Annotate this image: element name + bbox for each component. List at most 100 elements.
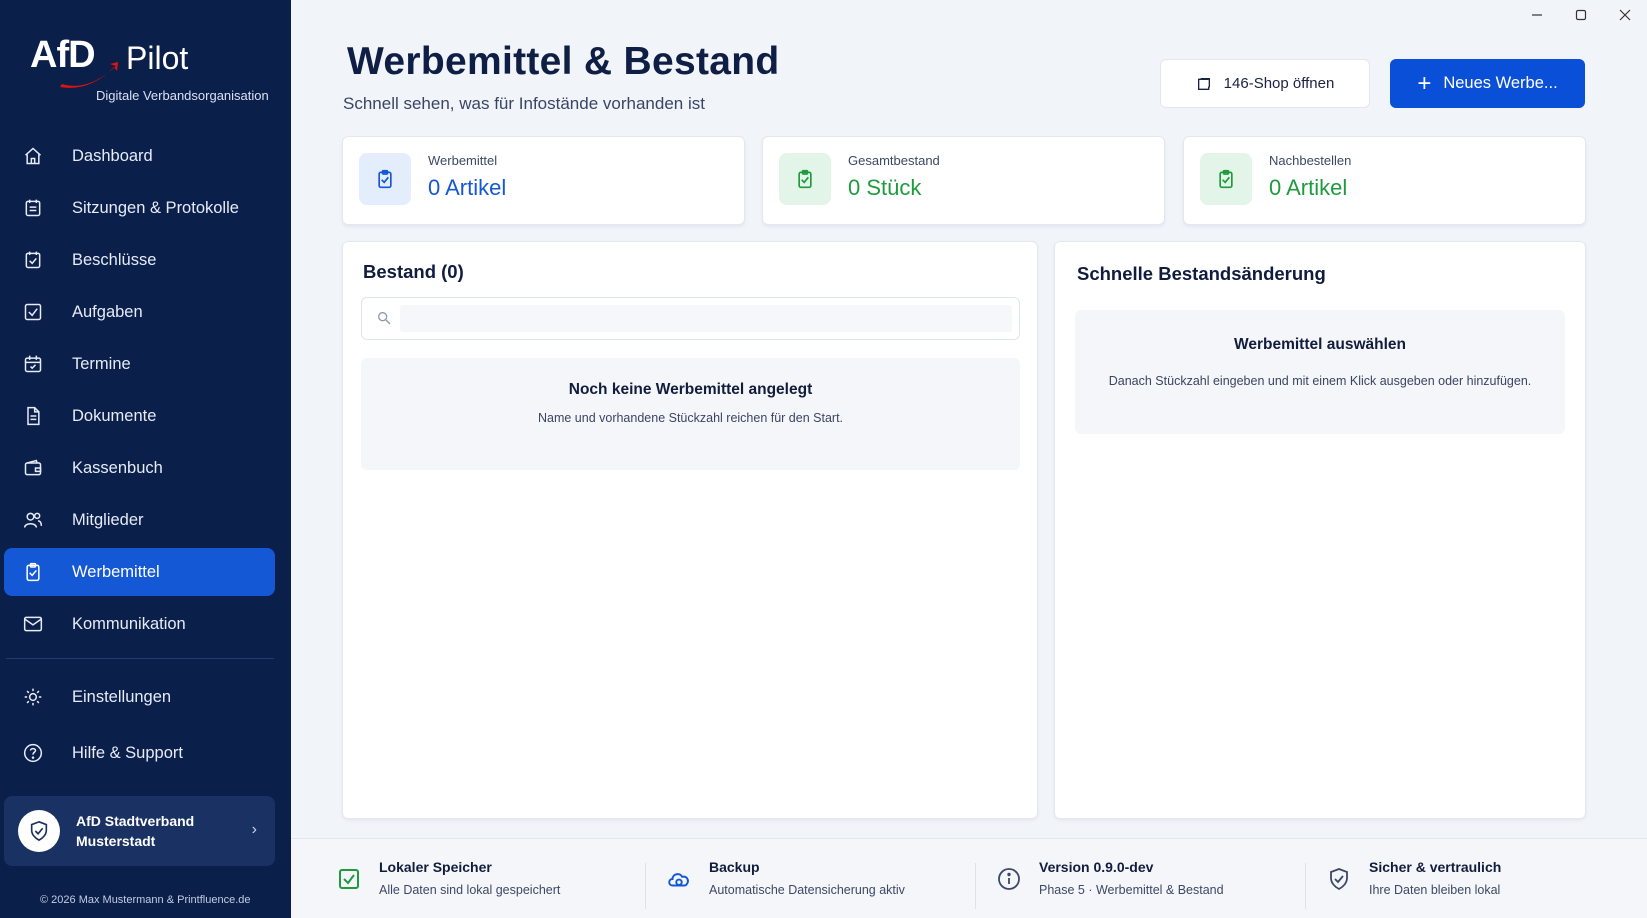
- check-document-icon: [22, 249, 44, 271]
- clipboard-check-icon: [359, 153, 411, 205]
- shield-icon: [30, 820, 48, 842]
- shield-icon: [1325, 865, 1353, 893]
- nav-label: Aufgaben: [72, 302, 143, 321]
- footer-title: Sicher & vertraulich: [1369, 859, 1502, 875]
- new-item-button[interactable]: + Neues Werbe...: [1390, 59, 1585, 108]
- info-icon: [995, 865, 1023, 893]
- sidebar: AfD Pilot Digitale Verbandsorganisation …: [0, 0, 291, 918]
- avatar: [18, 810, 60, 852]
- inventory-search: [361, 297, 1020, 340]
- stat-card-gesamtbestand: Gesamtbestand 0 Stück: [762, 136, 1165, 225]
- footer-title: Version 0.9.0-dev: [1039, 859, 1154, 875]
- footer-divider: [1305, 863, 1306, 909]
- nav-label: Hilfe & Support: [72, 743, 183, 762]
- inventory-empty-state: Noch keine Werbemittel angelegt Name und…: [361, 358, 1020, 470]
- empty-state-title: Noch keine Werbemittel angelegt: [568, 381, 813, 398]
- empty-state-description: Danach Stückzahl eingeben und mit einem …: [1108, 374, 1532, 388]
- nav-item-aufgaben[interactable]: Aufgaben: [4, 288, 275, 336]
- help-icon: [22, 742, 44, 764]
- footer-divider: [645, 863, 646, 909]
- footer-divider: [975, 863, 976, 909]
- secondary-nav: Einstellungen Hilfe & Support: [4, 673, 275, 785]
- app-logo[interactable]: AfD Pilot Digitale Verbandsorganisation: [30, 32, 270, 108]
- main-nav: Dashboard Sitzungen & Protokolle Beschlü…: [4, 132, 275, 652]
- users-icon: [22, 509, 44, 531]
- stat-label: Nachbestellen: [1269, 153, 1352, 168]
- window-controls: [1515, 4, 1647, 26]
- copyright: © 2026 Max Mustermann & Printfluence.de: [40, 894, 251, 906]
- calendar-list-icon: [22, 197, 44, 219]
- clipboard-check-icon: [779, 153, 831, 205]
- open-shop-button[interactable]: 146-Shop öffnen: [1160, 59, 1370, 108]
- footer-title: Lokaler Speicher: [379, 859, 492, 875]
- quick-change-empty-state: Werbemittel auswählen Danach Stückzahl e…: [1075, 310, 1565, 434]
- nav-item-beschluesse[interactable]: Beschlüsse: [4, 236, 275, 284]
- nav-item-dokumente[interactable]: Dokumente: [4, 392, 275, 440]
- new-item-label: Neues Werbe...: [1443, 74, 1558, 92]
- nav-item-hilfe[interactable]: Hilfe & Support: [4, 729, 275, 777]
- cloud-sync-icon: [665, 865, 693, 893]
- org-name-line1: AfD Stadtverband: [76, 813, 195, 829]
- page-subtitle: Schnell sehen, was für Infostände vorhan…: [343, 94, 705, 113]
- nav-item-mitglieder[interactable]: Mitglieder: [4, 496, 275, 544]
- quick-stock-change-panel: Schnelle Bestandsänderung Werbemittel au…: [1054, 241, 1586, 819]
- open-shop-label: 146-Shop öffnen: [1223, 75, 1335, 92]
- minimize-icon[interactable]: [1515, 4, 1559, 26]
- nav-item-werbemittel[interactable]: Werbemittel: [4, 548, 275, 596]
- quick-change-title: Schnelle Bestandsänderung: [1077, 263, 1326, 284]
- nav-item-einstellungen[interactable]: Einstellungen: [4, 673, 275, 721]
- nav-label: Kommunikation: [72, 614, 186, 633]
- footer-description: Automatische Datensicherung aktiv: [709, 883, 905, 897]
- logo-subtitle: Digitale Verbandsorganisation: [96, 88, 269, 103]
- nav-item-kassenbuch[interactable]: Kassenbuch: [4, 444, 275, 492]
- home-icon: [22, 145, 44, 167]
- inventory-panel: Bestand (0) Noch keine Werbemittel angel…: [342, 241, 1038, 819]
- wallet-icon: [22, 457, 44, 479]
- gear-icon: [22, 686, 44, 708]
- close-icon[interactable]: [1603, 4, 1647, 26]
- nav-label: Werbemittel: [72, 562, 160, 581]
- checkbox-icon: [22, 301, 44, 323]
- document-icon: [22, 405, 44, 427]
- maximize-icon[interactable]: [1559, 4, 1603, 26]
- nav-item-termine[interactable]: Termine: [4, 340, 275, 388]
- footer-description: Alle Daten sind lokal gespeichert: [379, 883, 561, 897]
- inventory-title: Bestand (0): [363, 261, 464, 282]
- logo-product: Pilot: [126, 40, 189, 76]
- empty-state-description: Name und vorhandene Stückzahl reichen fü…: [537, 411, 844, 425]
- nav-item-sitzungen[interactable]: Sitzungen & Protokolle: [4, 184, 275, 232]
- footer-description: Ihre Daten bleiben lokal: [1369, 883, 1501, 897]
- external-window-icon: [1196, 76, 1212, 92]
- search-icon: [376, 310, 392, 331]
- status-footer: Lokaler Speicher Alle Daten sind lokal g…: [291, 838, 1647, 918]
- stat-value: 0 Artikel: [428, 175, 507, 200]
- stat-label: Werbemittel: [428, 153, 498, 168]
- mail-icon: [22, 613, 44, 635]
- stat-value: 0 Stück: [848, 175, 922, 200]
- nav-label: Beschlüsse: [72, 250, 157, 269]
- chevron-right-icon: ›: [251, 821, 257, 838]
- nav-label: Einstellungen: [72, 687, 172, 706]
- plus-icon: +: [1417, 69, 1432, 97]
- nav-item-dashboard[interactable]: Dashboard: [4, 132, 275, 180]
- nav-label: Dokumente: [72, 406, 157, 425]
- stat-label: Gesamtbestand: [848, 153, 940, 168]
- clipboard-check-icon: [22, 561, 44, 583]
- stat-card-werbemittel: Werbemittel 0 Artikel: [342, 136, 745, 225]
- page-title: Werbemittel & Bestand: [347, 40, 780, 83]
- nav-label: Kassenbuch: [72, 458, 163, 477]
- search-input[interactable]: [400, 305, 1012, 332]
- calendar-check-icon: [22, 353, 44, 375]
- organization-switcher[interactable]: AfD Stadtverband Musterstadt ›: [4, 796, 275, 866]
- nav-label: Dashboard: [72, 146, 153, 165]
- stat-value: 0 Artikel: [1269, 175, 1348, 200]
- footer-description: Phase 5 · Werbemittel & Bestand: [1039, 883, 1224, 897]
- empty-state-title: Werbemittel auswählen: [1234, 336, 1406, 353]
- footer-title: Backup: [709, 859, 760, 875]
- nav-item-kommunikation[interactable]: Kommunikation: [4, 600, 275, 648]
- nav-label: Termine: [72, 354, 131, 373]
- nav-divider: [6, 658, 274, 659]
- nav-label: Sitzungen & Protokolle: [72, 198, 239, 217]
- nav-label: Mitglieder: [72, 510, 144, 529]
- org-name-line2: Musterstadt: [76, 833, 156, 849]
